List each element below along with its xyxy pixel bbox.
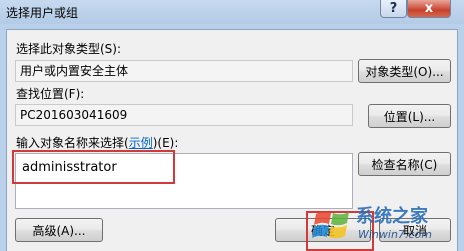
check-names-button[interactable]: 检查名称(C) (358, 152, 451, 176)
title-bar: 选择用户或组 ? x (0, 0, 464, 24)
watermark-url: Winwin7.com (358, 228, 432, 241)
close-icon: x (424, 1, 434, 16)
names-label-suffix: )(E): (152, 136, 179, 150)
examples-link[interactable]: 示例 (129, 136, 153, 150)
location-label: 查找位置(F): (16, 87, 85, 101)
input-highlight-box (12, 150, 175, 184)
help-icon: ? (389, 1, 398, 16)
object-types-button[interactable]: 对象类型(O)... (358, 59, 451, 83)
watermark: 系统之家 Winwin7.com (312, 200, 462, 251)
object-type-label: 选择此对象类型(S): (16, 42, 122, 56)
watermark-text: 系统之家 (356, 206, 428, 227)
object-type-field: 用户或内置安全主体 (15, 60, 353, 82)
locations-button[interactable]: 位置(L)... (368, 104, 451, 128)
location-field: PC201603041609 (15, 104, 353, 126)
advanced-button[interactable]: 高级(A)... (15, 218, 103, 242)
window-title: 选择用户或组 (6, 6, 79, 20)
names-label: 输入对象名称来选择(示例)(E): (16, 134, 178, 151)
close-button[interactable]: x (407, 0, 451, 18)
windows-logo-icon (312, 211, 349, 239)
help-button[interactable]: ? (380, 0, 407, 18)
names-label-prefix: 输入对象名称来选择( (16, 136, 129, 150)
